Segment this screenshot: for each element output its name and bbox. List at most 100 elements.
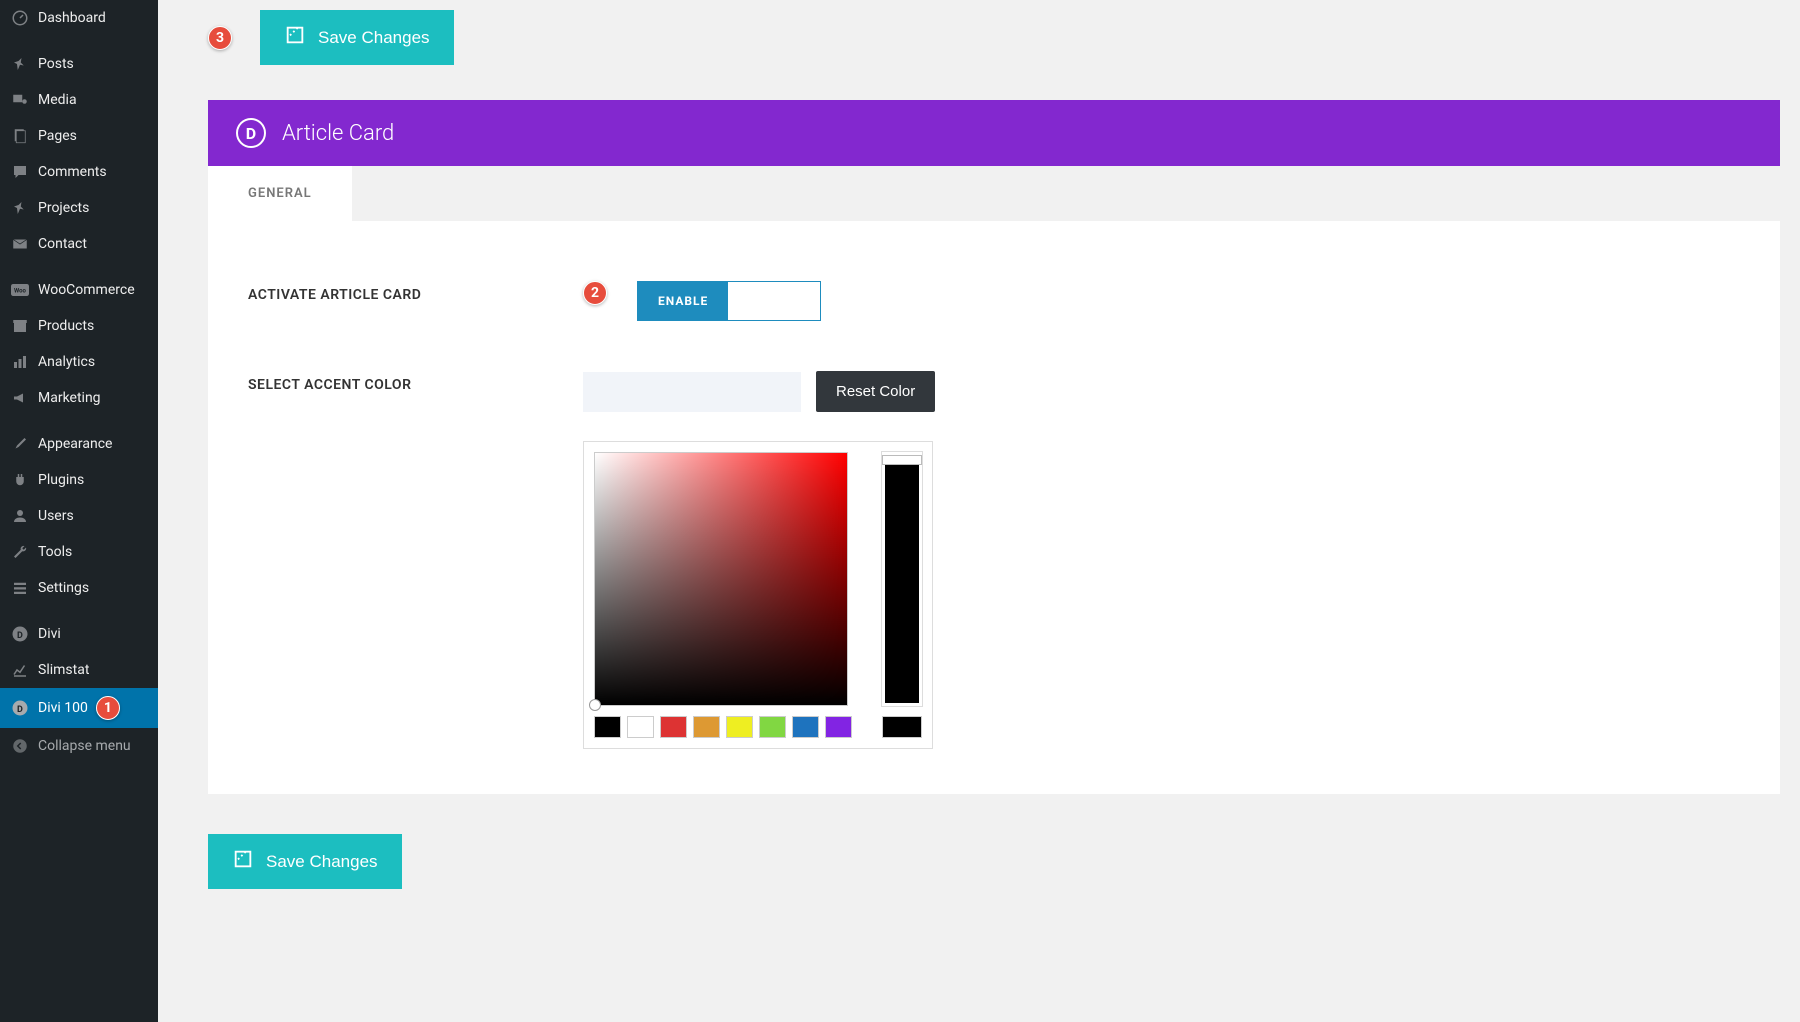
svg-text:D: D xyxy=(17,705,23,715)
sidebar-item-projects[interactable]: Projects xyxy=(0,190,158,226)
sidebar-item-label: Divi 100 xyxy=(38,700,88,716)
wrench-icon xyxy=(10,542,30,562)
bars-icon xyxy=(10,352,30,372)
saturation-value-area[interactable] xyxy=(594,452,848,706)
sidebar-item-label: Appearance xyxy=(38,436,112,452)
sidebar-item-products[interactable]: Products xyxy=(0,308,158,344)
sidebar-item-plugins[interactable]: Plugins xyxy=(0,462,158,498)
sidebar-item-divi-100[interactable]: D Divi 100 1 xyxy=(0,688,158,728)
sidebar-item-label: Settings xyxy=(38,580,89,596)
sidebar-item-dashboard[interactable]: Dashboard xyxy=(0,0,158,36)
page-icon xyxy=(10,126,30,146)
gauge-icon xyxy=(10,8,30,28)
sidebar-item-marketing[interactable]: Marketing xyxy=(0,380,158,416)
color-swatch[interactable] xyxy=(594,716,621,738)
svg-text:D: D xyxy=(17,631,23,641)
save-changes-button-top[interactable]: Save Changes xyxy=(260,10,454,65)
sidebar-item-pages[interactable]: Pages xyxy=(0,118,158,154)
sidebar-item-label: Media xyxy=(38,92,77,108)
sidebar-item-label: Products xyxy=(38,318,94,334)
sidebar-item-label: Posts xyxy=(38,56,74,72)
sidebar-item-label: Dashboard xyxy=(38,10,106,26)
panel-title: Article Card xyxy=(282,121,394,146)
settings-panel: D Article Card GENERAL ACTIVATE ARTICLE … xyxy=(208,100,1780,794)
sidebar-item-label: Marketing xyxy=(38,390,101,406)
color-result-preview xyxy=(882,716,922,738)
sidebar-item-label: Analytics xyxy=(38,354,95,370)
color-swatch[interactable] xyxy=(693,716,720,738)
field-activate-article-card: ACTIVATE ARTICLE CARD 2 ENABLE xyxy=(248,281,1740,321)
reset-color-button[interactable]: Reset Color xyxy=(816,371,935,412)
mail-icon xyxy=(10,234,30,254)
color-swatch[interactable] xyxy=(726,716,753,738)
accent-color-input[interactable] xyxy=(583,372,801,412)
annotation-badge-2: 2 xyxy=(583,281,607,305)
color-picker xyxy=(583,441,933,749)
comment-icon xyxy=(10,162,30,182)
sidebar-item-label: Pages xyxy=(38,128,77,144)
field-label: SELECT ACCENT COLOR xyxy=(248,371,583,393)
save-icon xyxy=(232,848,254,875)
sidebar-item-contact[interactable]: Contact xyxy=(0,226,158,262)
color-swatch[interactable] xyxy=(660,716,687,738)
sidebar-item-label: Divi xyxy=(38,626,61,642)
color-swatch[interactable] xyxy=(627,716,654,738)
collapse-icon xyxy=(10,736,30,756)
sidebar-item-divi[interactable]: D Divi xyxy=(0,616,158,652)
save-button-label: Save Changes xyxy=(266,852,378,872)
color-swatch[interactable] xyxy=(792,716,819,738)
tabs-bar: GENERAL xyxy=(208,166,1780,221)
sidebar-item-label: Tools xyxy=(38,544,72,560)
save-icon xyxy=(284,24,306,51)
save-changes-button-bottom[interactable]: Save Changes xyxy=(208,834,402,889)
tab-general[interactable]: GENERAL xyxy=(208,166,352,221)
toggle-enable-label: ENABLE xyxy=(638,282,728,320)
user-icon xyxy=(10,506,30,526)
admin-sidebar: Dashboard Posts Media Pages Comments Projects… xyxy=(0,0,158,1022)
sidebar-item-settings[interactable]: Settings xyxy=(0,570,158,606)
sidebar-item-media[interactable]: Media xyxy=(0,82,158,118)
toggle-slot xyxy=(728,282,820,320)
sidebar-item-posts[interactable]: Posts xyxy=(0,46,158,82)
chart-icon xyxy=(10,660,30,680)
sidebar-item-analytics[interactable]: Analytics xyxy=(0,344,158,380)
sidebar-item-users[interactable]: Users xyxy=(0,498,158,534)
sidebar-item-label: Contact xyxy=(38,236,87,252)
annotation-badge-1: 1 xyxy=(96,696,120,720)
sv-handle[interactable] xyxy=(589,699,601,711)
field-label: ACTIVATE ARTICLE CARD xyxy=(248,281,583,303)
enable-toggle[interactable]: ENABLE xyxy=(637,281,821,321)
sidebar-item-label: Projects xyxy=(38,200,89,216)
plug-icon xyxy=(10,470,30,490)
save-button-label: Save Changes xyxy=(318,28,430,48)
megaphone-icon xyxy=(10,388,30,408)
sidebar-item-collapse-menu[interactable]: Collapse menu xyxy=(0,728,158,764)
pin-icon xyxy=(10,198,30,218)
sidebar-item-label: Collapse menu xyxy=(38,738,131,754)
panel-body: ACTIVATE ARTICLE CARD 2 ENABLE SELECT AC… xyxy=(208,221,1780,794)
sidebar-item-label: WooCommerce xyxy=(38,282,135,298)
sidebar-item-appearance[interactable]: Appearance xyxy=(0,426,158,462)
divi-icon: D xyxy=(10,624,30,644)
panel-header: D Article Card xyxy=(208,100,1780,166)
woo-icon: Woo xyxy=(10,280,30,300)
sidebar-item-slimstat[interactable]: Slimstat xyxy=(0,652,158,688)
archive-icon xyxy=(10,316,30,336)
sidebar-item-tools[interactable]: Tools xyxy=(0,534,158,570)
divi-icon: D xyxy=(10,698,30,718)
swatch-row xyxy=(594,716,852,738)
main-content: 3 Save Changes D Article Card GENERAL AC… xyxy=(158,0,1800,929)
sidebar-item-label: Comments xyxy=(38,164,107,180)
sidebar-item-woocommerce[interactable]: Woo WooCommerce xyxy=(0,272,158,308)
divi-logo-icon: D xyxy=(236,118,266,148)
brush-icon xyxy=(10,434,30,454)
sidebar-item-comments[interactable]: Comments xyxy=(0,154,158,190)
sidebar-item-label: Slimstat xyxy=(38,662,89,678)
color-swatch[interactable] xyxy=(759,716,786,738)
hue-slider[interactable] xyxy=(882,452,922,706)
sliders-icon xyxy=(10,578,30,598)
annotation-badge-3: 3 xyxy=(208,26,232,50)
color-swatch[interactable] xyxy=(825,716,852,738)
media-icon xyxy=(10,90,30,110)
field-select-accent-color: SELECT ACCENT COLOR Reset Color xyxy=(248,371,1740,749)
